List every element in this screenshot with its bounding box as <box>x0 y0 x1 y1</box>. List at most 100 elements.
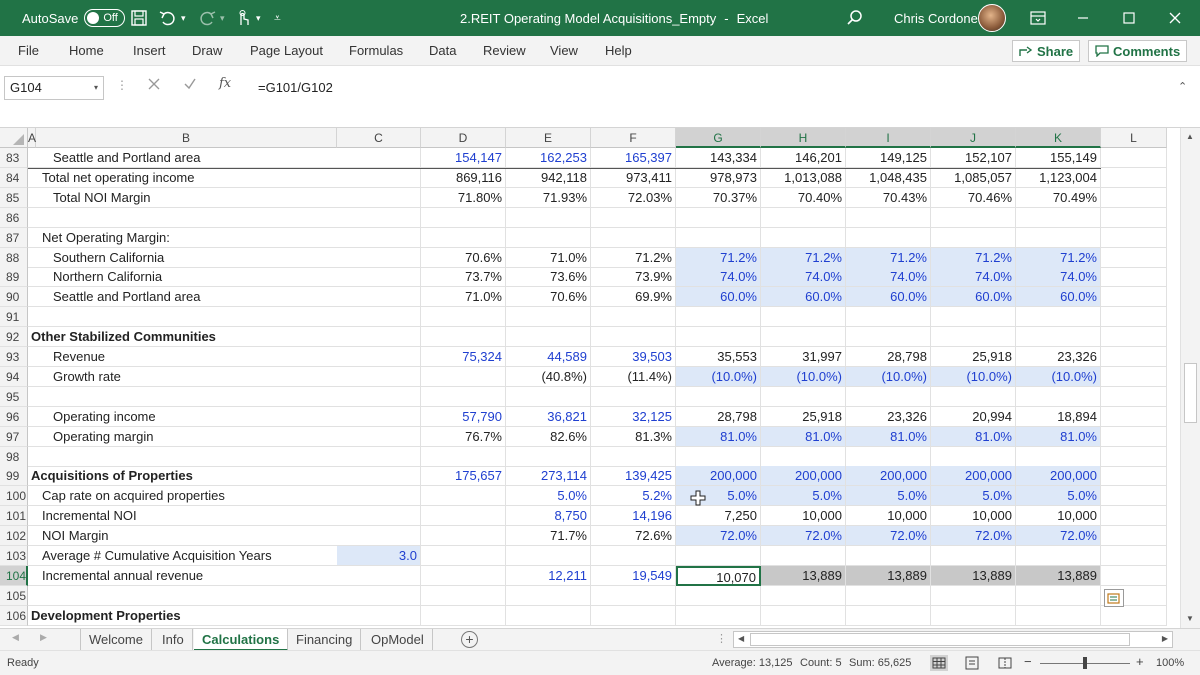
cell-d103[interactable] <box>421 546 506 566</box>
cell-j106[interactable] <box>931 605 1016 626</box>
row-header-85[interactable]: 85 <box>0 187 28 208</box>
cell-c100[interactable] <box>337 486 421 507</box>
search-icon[interactable] <box>846 0 864 36</box>
cell-i87[interactable] <box>846 227 931 248</box>
cell-c83[interactable] <box>337 148 421 168</box>
scroll-down-icon[interactable]: ▼ <box>1186 614 1194 623</box>
page-layout-view-icon[interactable] <box>963 655 981 674</box>
sheet-tab-welcome[interactable]: Welcome <box>80 629 152 651</box>
cell-g104[interactable]: 10,070 <box>676 565 761 586</box>
cell-c85[interactable] <box>337 187 421 208</box>
cell-j87[interactable] <box>931 227 1016 248</box>
cell-k99[interactable]: 200,000 <box>1016 466 1101 487</box>
cell-h105[interactable] <box>761 585 846 606</box>
cell-k103[interactable] <box>1016 546 1101 566</box>
cell-h85[interactable]: 70.40% <box>761 187 846 208</box>
column-header-g[interactable]: G <box>676 128 761 148</box>
autosave-toggle[interactable]: Off <box>84 9 125 27</box>
cell-g88[interactable]: 71.2% <box>676 247 761 268</box>
cell-l83[interactable] <box>1101 148 1167 168</box>
cell-g89[interactable]: 74.0% <box>676 267 761 288</box>
cell-l104[interactable] <box>1101 565 1167 586</box>
cell-i91[interactable] <box>846 307 931 328</box>
vertical-scrollbar[interactable]: ▲ ▼ <box>1180 128 1200 628</box>
cell-c92[interactable] <box>337 327 421 348</box>
cell-h100[interactable]: 5.0% <box>761 486 846 507</box>
cell-f97[interactable]: 81.3% <box>591 426 676 447</box>
cell-i93[interactable]: 28,798 <box>846 347 931 367</box>
cell-e89[interactable]: 73.6% <box>506 267 591 288</box>
cell-k102[interactable]: 72.0% <box>1016 526 1101 547</box>
row-header-98[interactable]: 98 <box>0 446 28 467</box>
cell-h92[interactable] <box>761 327 846 348</box>
cell-d102[interactable] <box>421 526 506 547</box>
cell-d92[interactable] <box>421 327 506 348</box>
status-sum[interactable]: Sum: 65,625 <box>849 657 911 669</box>
cell-i99[interactable]: 200,000 <box>846 466 931 487</box>
horizontal-scroll-thumb[interactable] <box>750 633 1130 646</box>
cell-g94[interactable]: (10.0%) <box>676 366 761 387</box>
cell-h99[interactable]: 200,000 <box>761 466 846 487</box>
cell-f100[interactable]: 5.2% <box>591 486 676 507</box>
prev-sheet-icon[interactable]: ◀ <box>12 632 19 643</box>
cell-k85[interactable]: 70.49% <box>1016 187 1101 208</box>
cell-d86[interactable] <box>421 207 506 228</box>
cell-g98[interactable] <box>676 446 761 467</box>
cell-h87[interactable] <box>761 227 846 248</box>
cell-l95[interactable] <box>1101 386 1167 407</box>
cell-k93[interactable]: 23,326 <box>1016 347 1101 367</box>
column-header-h[interactable]: H <box>761 128 846 148</box>
cell-j91[interactable] <box>931 307 1016 328</box>
page-break-view-icon[interactable] <box>996 655 1014 674</box>
cell-j101[interactable]: 10,000 <box>931 506 1016 527</box>
cell-e106[interactable] <box>506 605 591 626</box>
user-name[interactable]: Chris Cordone <box>894 0 978 36</box>
cell-i100[interactable]: 5.0% <box>846 486 931 507</box>
cell-g91[interactable] <box>676 307 761 328</box>
cell-f94[interactable]: (11.4%) <box>591 366 676 387</box>
cancel-formula-icon[interactable] <box>147 77 161 94</box>
cell-k98[interactable] <box>1016 446 1101 467</box>
tab-review[interactable]: Review <box>483 36 526 66</box>
row-header-94[interactable]: 94 <box>0 366 28 387</box>
cell-e100[interactable]: 5.0% <box>506 486 591 507</box>
cell-i95[interactable] <box>846 386 931 407</box>
autosave-control[interactable]: AutoSave Off <box>22 0 125 36</box>
cell-j90[interactable]: 60.0% <box>931 287 1016 308</box>
cell-g90[interactable]: 60.0% <box>676 287 761 308</box>
cell-j94[interactable]: (10.0%) <box>931 366 1016 387</box>
cell-f87[interactable] <box>591 227 676 248</box>
share-button[interactable]: Share <box>1012 40 1081 62</box>
cell-i86[interactable] <box>846 207 931 228</box>
cell-i84[interactable]: 1,048,435 <box>846 167 931 188</box>
cell-c106[interactable] <box>337 605 421 626</box>
cell-l98[interactable] <box>1101 446 1167 467</box>
cell-e95[interactable] <box>506 386 591 407</box>
cell-d88[interactable]: 70.6% <box>421 247 506 268</box>
cell-d96[interactable]: 57,790 <box>421 406 506 427</box>
cell-e93[interactable]: 44,589 <box>506 347 591 367</box>
cell-k95[interactable] <box>1016 386 1101 407</box>
cell-l91[interactable] <box>1101 307 1167 328</box>
row-header-93[interactable]: 93 <box>0 347 28 367</box>
cell-c87[interactable] <box>337 227 421 248</box>
cell-l86[interactable] <box>1101 207 1167 228</box>
scroll-up-icon[interactable]: ▲ <box>1186 132 1194 141</box>
cell-i96[interactable]: 23,326 <box>846 406 931 427</box>
cell-c105[interactable] <box>337 585 421 606</box>
cell-h83[interactable]: 146,201 <box>761 148 846 168</box>
cell-h106[interactable] <box>761 605 846 626</box>
cell-f103[interactable] <box>591 546 676 566</box>
zoom-slider-thumb[interactable] <box>1083 657 1087 669</box>
cell-e87[interactable] <box>506 227 591 248</box>
cell-k104[interactable]: 13,889 <box>1016 565 1101 586</box>
cell-g85[interactable]: 70.37% <box>676 187 761 208</box>
sheet-tab-opmodel[interactable]: OpModel <box>363 629 433 651</box>
cell-l96[interactable] <box>1101 406 1167 427</box>
collapse-formula-bar-icon[interactable]: ⌃ <box>1178 80 1187 93</box>
cell-d105[interactable] <box>421 585 506 606</box>
formula-bar-grip-icon[interactable]: ⋮ <box>116 78 128 92</box>
cell-i103[interactable] <box>846 546 931 566</box>
cell-e105[interactable] <box>506 585 591 606</box>
cell-d94[interactable] <box>421 366 506 387</box>
